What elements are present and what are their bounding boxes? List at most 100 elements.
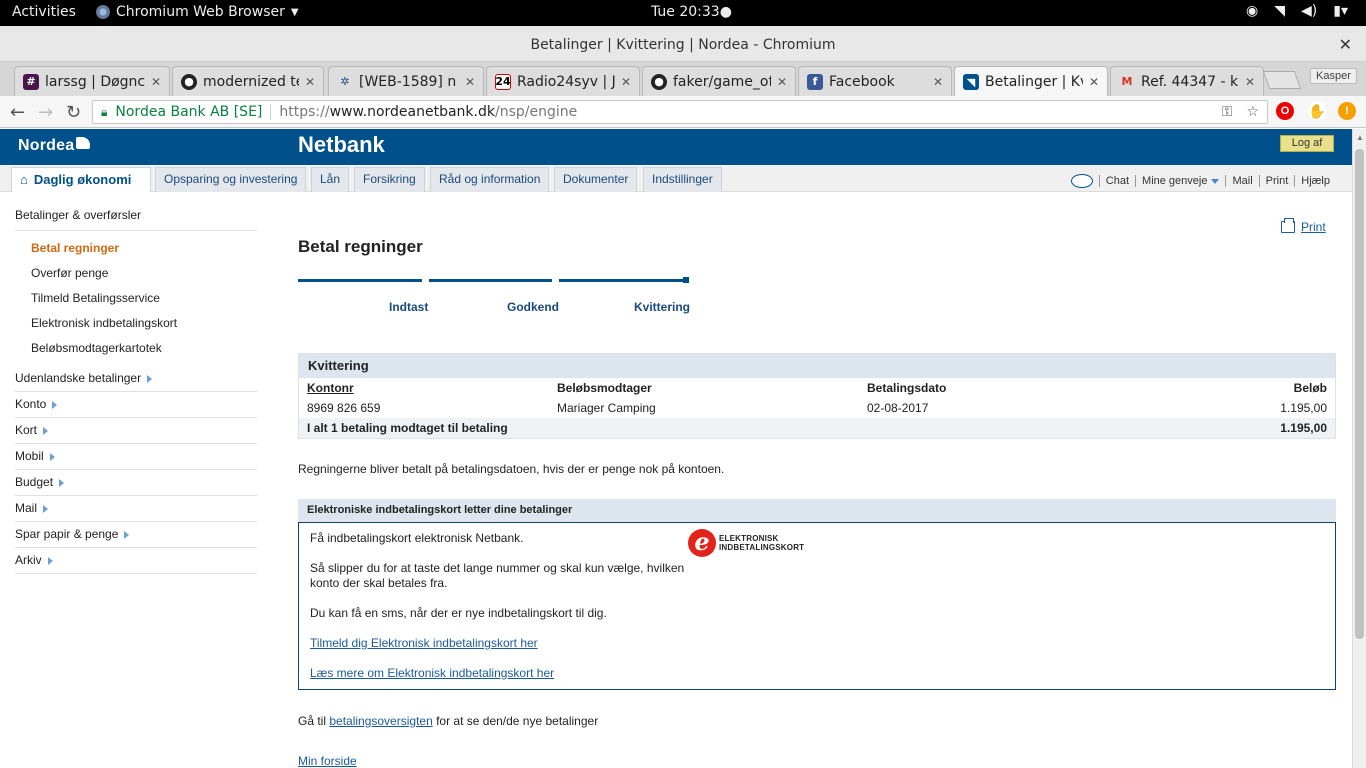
home-icon: ⌂ — [20, 172, 28, 187]
window-close-button[interactable]: ✕ — [1339, 35, 1352, 54]
close-icon[interactable]: ✕ — [621, 75, 631, 89]
page-scrollbar[interactable]: ▲ — [1352, 129, 1366, 768]
app-menu[interactable]: Chromium Web Browser ▼ — [96, 4, 299, 20]
ecard-paragraph: Du kan få en sms, når der er nye indbeta… — [310, 606, 607, 620]
activities-button[interactable]: Activities — [12, 4, 76, 20]
tab-documents[interactable]: Dokumenter — [554, 167, 638, 192]
sidebar-item-archive[interactable]: Arkiv — [15, 553, 257, 574]
close-icon[interactable]: ✕ — [1089, 75, 1099, 89]
close-icon[interactable]: ✕ — [465, 75, 475, 89]
step-bar — [298, 279, 422, 282]
scroll-up-icon[interactable]: ▲ — [1356, 133, 1364, 142]
sidebar-item-paperless[interactable]: Spar papir & penge — [15, 527, 257, 548]
column-header: Beløbsmodtager — [557, 381, 652, 395]
facebook-icon: f — [807, 73, 823, 90]
mail-link[interactable]: Mail — [1225, 175, 1258, 187]
slack-icon: # — [23, 73, 39, 90]
ecard-logo: e ELEKTRONISK INDBETALINGSKORT — [688, 529, 804, 557]
url-path: /nsp/engine — [494, 104, 578, 120]
sidebar-item-label: Arkiv — [15, 553, 42, 567]
sidebar-item-budget[interactable]: Budget — [15, 475, 257, 496]
browser-tab[interactable]: ✲ [WEB-1589] n ✕ — [328, 66, 484, 96]
address-bar[interactable]: 🔒︎ Nordea Bank AB [SE] https:// www.nord… — [92, 100, 1268, 124]
close-icon[interactable]: ✕ — [777, 75, 787, 89]
app-menu-label: Chromium Web Browser — [116, 4, 285, 20]
close-icon[interactable]: ✕ — [151, 75, 161, 89]
tab-insurance[interactable]: Forsikring — [354, 167, 425, 192]
help-link[interactable]: Hjælp — [1294, 175, 1336, 187]
sidebar-item-mobile[interactable]: Mobil — [15, 449, 257, 470]
tab-loans[interactable]: Lån — [311, 167, 350, 192]
tab-advice[interactable]: Råd og information — [430, 167, 550, 192]
step-bar — [429, 279, 552, 282]
chevron-right-icon — [147, 374, 153, 383]
warning-extension-icon[interactable]: ! — [1338, 102, 1356, 120]
print-button[interactable]: Print — [1281, 218, 1326, 234]
tab-settings[interactable]: Indstillinger — [643, 167, 722, 192]
close-icon[interactable]: ✕ — [933, 75, 943, 89]
chevron-right-icon — [49, 452, 55, 461]
divider — [270, 104, 272, 120]
chat-bubble-icon[interactable] — [1070, 174, 1093, 188]
web-page: Nordea Netbank Log af ⌂ Daglig økonomi Op… — [0, 129, 1352, 768]
browser-tab[interactable]: # larssg | Døgnc ✕ — [14, 66, 170, 96]
sidebar-item-mail[interactable]: Mail — [15, 501, 257, 522]
logout-button[interactable]: Log af — [1280, 135, 1334, 152]
browser-tab-active[interactable]: ◥ Betalinger | Kv ✕ — [954, 66, 1108, 97]
payment-overview-link[interactable]: betalingsoversigten — [329, 714, 432, 728]
jira-icon: ✲ — [340, 75, 350, 88]
back-arrow-icon[interactable]: ← — [10, 102, 25, 123]
shortcuts-link[interactable]: Mine genveje — [1135, 175, 1225, 187]
print-link[interactable]: Print — [1258, 175, 1295, 187]
sidebar-item-account[interactable]: Konto — [15, 397, 257, 418]
forward-arrow-icon[interactable]: → — [38, 102, 53, 123]
receipt-title: Kvittering — [299, 354, 1335, 378]
sidebar-item-betalingsservice[interactable]: Tilmeld Betalingsservice — [31, 291, 160, 305]
progress-steps: Indtast Godkend Kvittering — [298, 277, 698, 319]
browser-tab[interactable]: 24 Radio24syv | J ✕ — [486, 66, 640, 96]
sidebar-item-e-card[interactable]: Elektronisk indbetalingskort — [31, 316, 177, 330]
close-icon[interactable]: ✕ — [1245, 75, 1255, 89]
browser-tab[interactable]: ● modernized te ✕ — [172, 66, 324, 96]
clock[interactable]: Tue 20:33● — [651, 4, 732, 20]
sidebar-item-label: Kort — [15, 423, 38, 437]
opera-extension-icon[interactable]: O — [1276, 102, 1294, 120]
nordea-icon: ◥ — [963, 74, 979, 90]
new-tab-button[interactable] — [1262, 71, 1302, 89]
nordea-wave-icon — [76, 137, 91, 149]
goto-prefix: Gå til — [298, 714, 330, 728]
sidebar-item-pay-bills[interactable]: Betal regninger — [31, 241, 119, 255]
browser-tab[interactable]: ● faker/game_of ✕ — [642, 66, 796, 96]
key-icon[interactable]: ⚿ — [1222, 104, 1233, 120]
my-frontpage-link[interactable]: Min forside — [298, 754, 357, 768]
sidebar-heading[interactable]: Betalinger & overførsler — [15, 208, 257, 231]
scrollbar-thumb[interactable] — [1355, 149, 1364, 639]
printer-icon — [1281, 218, 1295, 233]
browser-tab[interactable]: f Facebook ✕ — [798, 66, 952, 96]
read-more-ecard-link[interactable]: Læs mere om Elektronisk indbetalingskort… — [310, 666, 554, 680]
close-icon[interactable]: ✕ — [305, 75, 315, 89]
tab-daily-economy[interactable]: ⌂ Daglig økonomi — [11, 167, 151, 192]
reload-icon[interactable]: ↻ — [66, 102, 81, 123]
profile-button[interactable]: Kasper — [1310, 68, 1357, 84]
column-header[interactable]: Kontonr — [299, 378, 549, 398]
tab-savings[interactable]: Opsparing og investering — [155, 167, 307, 192]
accessibility-icon: ◉ — [1246, 3, 1259, 19]
sidebar-item-label: Spar papir & penge — [15, 527, 119, 541]
goto-suffix: for at se den/de nye betalinger — [432, 714, 599, 728]
signup-ecard-link[interactable]: Tilmeld dig Elektronisk indbetalingskort… — [310, 636, 538, 650]
sidebar-item-card[interactable]: Kort — [15, 423, 257, 444]
sidebar-item-transfer[interactable]: Overfør penge — [31, 266, 108, 280]
nordea-logo[interactable]: Nordea — [18, 137, 91, 155]
bookmark-star-icon[interactable]: ☆ — [1246, 104, 1259, 120]
total-label: I alt 1 betaling modtaget til betaling — [299, 418, 1147, 438]
goto-text: Gå til betalingsoversigten for at se den… — [298, 714, 598, 728]
sidebar-item-payees[interactable]: Beløbsmodtagerkartotek — [31, 341, 162, 355]
step-label-enter: Indtast — [389, 300, 429, 314]
chevron-right-icon — [43, 504, 49, 513]
chat-link[interactable]: Chat — [1098, 175, 1135, 187]
browser-tab[interactable]: M Ref. 44347 - k ✕ — [1110, 66, 1264, 96]
sidebar-item-foreign[interactable]: Udenlandske betalinger — [15, 371, 257, 392]
system-tray[interactable]: ◉ ◥ ◀) ▮▾ — [1246, 3, 1348, 19]
extension-icon[interactable]: ✋ — [1308, 102, 1326, 120]
